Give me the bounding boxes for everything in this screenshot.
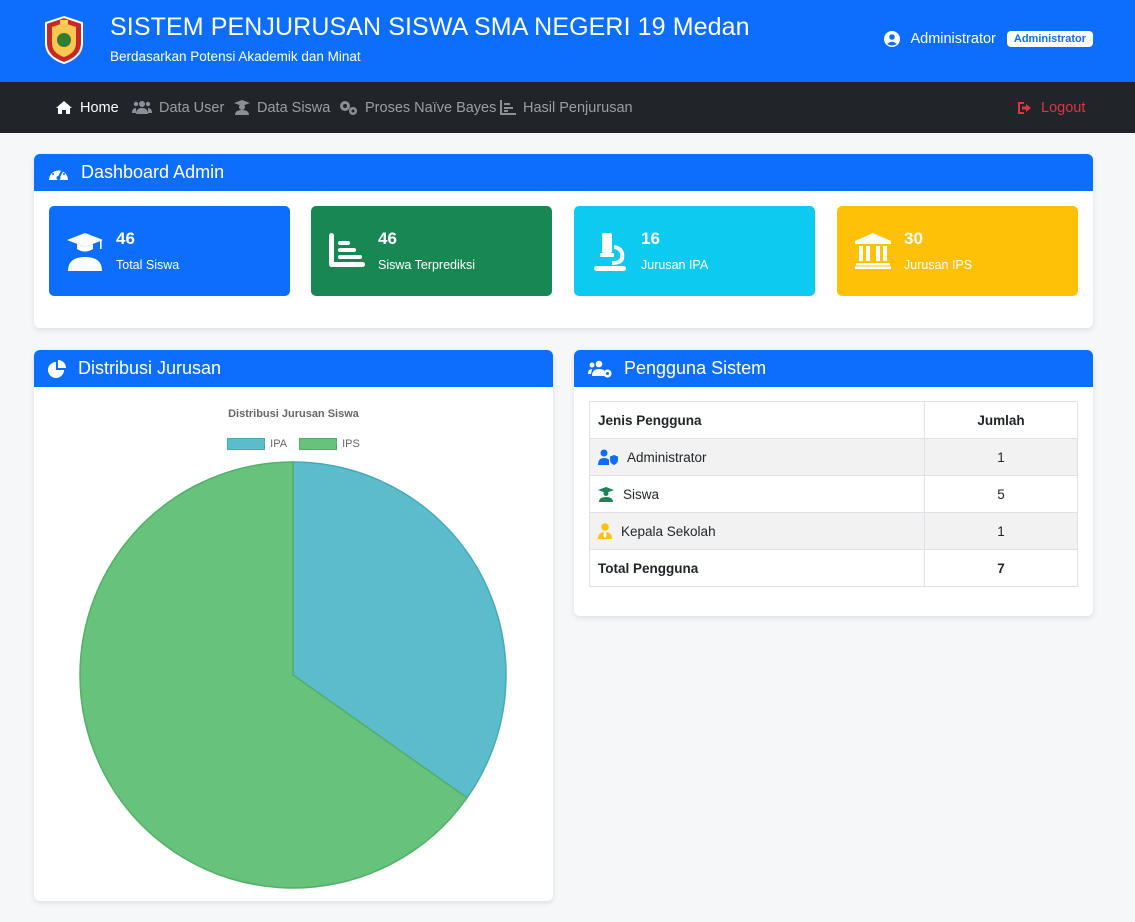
- table-row: Siswa 5: [589, 475, 1078, 513]
- stat-jurusan-ips: 30 Jurusan IPS: [837, 206, 1078, 296]
- logout-icon: [1018, 101, 1031, 114]
- user-shield-icon: [598, 449, 618, 465]
- user-tie-icon: [598, 523, 612, 539]
- table-header-row: Jenis Pengguna Jumlah: [589, 401, 1078, 439]
- legend-swatch: [227, 438, 266, 450]
- stat-jurusan-ipa: 16 Jurusan IPA: [574, 206, 815, 296]
- student-icon: [234, 100, 250, 115]
- table-cell-count: 1: [924, 438, 1078, 476]
- user-name: Administrator: [910, 31, 996, 47]
- total-count: 7: [924, 549, 1078, 587]
- legend-swatch: [299, 438, 338, 450]
- graduate-icon: [67, 233, 103, 271]
- users-icon: [132, 101, 152, 114]
- dashboard-title: Dashboard Admin: [81, 162, 225, 182]
- nav-data-user[interactable]: Data User: [132, 82, 224, 133]
- graduate-icon: [598, 486, 614, 502]
- stat-value: 16: [641, 229, 660, 248]
- table-cell-count: 5: [924, 475, 1078, 513]
- users-card: Pengguna Sistem Jenis Pengguna Jumlah Ad…: [574, 350, 1093, 616]
- pie-chart-icon: [48, 359, 66, 378]
- app-subtitle: Berdasarkan Potensi Akademik dan Minat: [110, 49, 361, 64]
- nav-home[interactable]: Home: [55, 82, 119, 133]
- nav-hasil-penjurusan[interactable]: Hasil Penjurusan: [500, 82, 633, 133]
- stat-total-siswa: 46 Total Siswa: [49, 206, 290, 296]
- stat-label: Total Siswa: [116, 258, 180, 272]
- gears-icon: [340, 101, 357, 115]
- table-cell-label: Siswa: [623, 486, 660, 502]
- main-navbar: Home Data User Data Siswa Proses Naïve B…: [0, 82, 1135, 133]
- logout-link[interactable]: Logout: [1018, 82, 1085, 133]
- speedometer-icon: [49, 167, 68, 180]
- users-gear-icon: [588, 360, 612, 377]
- legend-item-ipa[interactable]: IPA: [227, 438, 287, 450]
- column-header: Jenis Pengguna: [589, 401, 925, 439]
- stat-label: Jurusan IPA: [641, 258, 709, 272]
- total-label: Total Pengguna: [589, 549, 925, 587]
- header-bar: SISTEM PENJURUSAN SISWA SMA NEGERI 19 Me…: [0, 0, 1135, 82]
- legend-item-ips[interactable]: IPS: [299, 438, 360, 450]
- stat-value: 46: [378, 229, 397, 248]
- legend-label: IPS: [342, 438, 360, 450]
- table-row: Kepala Sekolah 1: [589, 512, 1078, 550]
- legend-label: IPA: [270, 438, 288, 450]
- distribution-title: Distribusi Jurusan: [78, 358, 222, 378]
- chart-legend: IPA IPS: [34, 438, 553, 450]
- landmark-icon: [855, 233, 891, 269]
- home-icon: [56, 101, 72, 114]
- users-table: Jenis Pengguna Jumlah Administrator 1 Si…: [589, 401, 1078, 587]
- nav-proses-naive-bayes[interactable]: Proses Naïve Bayes: [338, 82, 496, 133]
- users-title: Pengguna Sistem: [624, 358, 767, 378]
- nav-data-siswa[interactable]: Data Siswa: [234, 82, 330, 133]
- app-title: SISTEM PENJURUSAN SISWA SMA NEGERI 19 Me…: [110, 13, 750, 41]
- dashboard-card-header: Dashboard Admin: [34, 154, 1093, 191]
- dashboard-card: Dashboard Admin 46 Total Siswa 46 Siswa …: [34, 154, 1093, 328]
- stat-label: Siswa Terprediksi: [378, 258, 476, 272]
- user-menu[interactable]: Administrator Administrator: [884, 31, 1093, 47]
- stat-label: Jurusan IPS: [904, 258, 973, 272]
- bar-chart-icon: [329, 233, 365, 267]
- table-cell-label: Kepala Sekolah: [621, 523, 716, 539]
- stat-value: 30: [904, 229, 923, 248]
- stat-siswa-terprediksi: 46 Siswa Terprediksi: [311, 206, 552, 296]
- table-cell-count: 1: [924, 512, 1078, 550]
- chart-icon: [500, 100, 516, 115]
- microscope-icon: [594, 233, 626, 271]
- column-header: Jumlah: [924, 401, 1078, 439]
- table-cell-label: Administrator: [627, 449, 707, 465]
- pie-chart: [79, 461, 507, 889]
- school-logo-icon: [45, 15, 83, 65]
- distribution-card-header: Distribusi Jurusan: [34, 350, 553, 387]
- table-row: Administrator 1: [589, 438, 1078, 476]
- stat-value: 46: [116, 229, 135, 248]
- users-card-header: Pengguna Sistem: [574, 350, 1093, 387]
- user-circle-icon: [884, 31, 901, 47]
- chart-title: Distribusi Jurusan Siswa: [228, 408, 359, 420]
- table-total-row: Total Pengguna 7: [589, 549, 1078, 587]
- role-badge: Administrator: [1006, 31, 1093, 47]
- distribution-card: Distribusi Jurusan Distribusi Jurusan Si…: [34, 350, 553, 901]
